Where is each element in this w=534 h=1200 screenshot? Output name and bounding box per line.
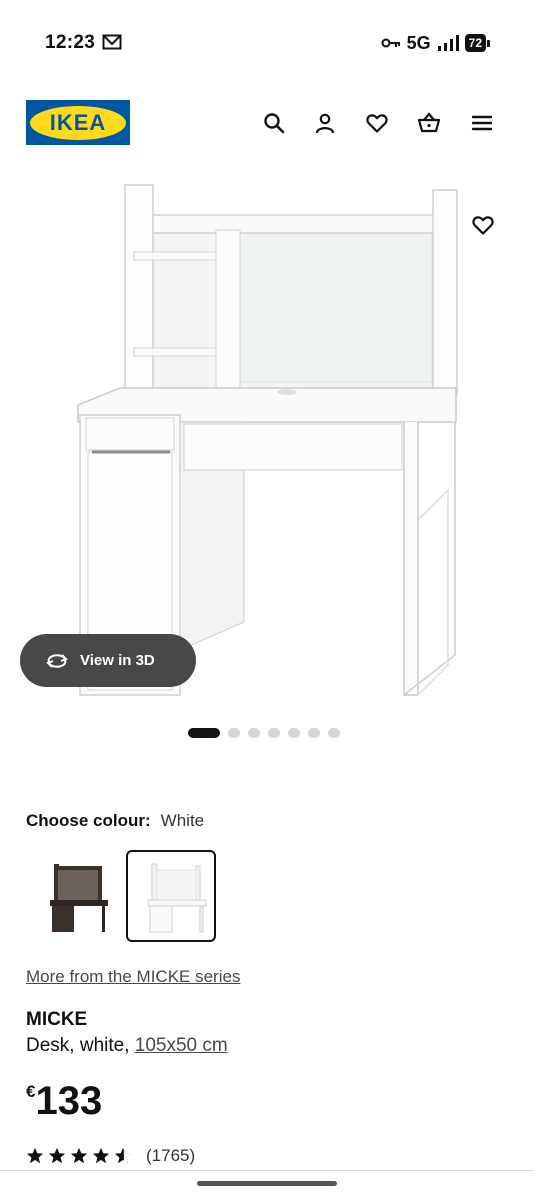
vpn-key-icon [381, 38, 400, 48]
basket-icon[interactable] [416, 110, 442, 136]
battery-icon: 72 [464, 34, 490, 52]
account-icon[interactable] [312, 110, 338, 136]
menu-icon[interactable] [469, 110, 495, 136]
image-carousel-indicator[interactable] [188, 728, 340, 738]
mail-icon [102, 34, 122, 50]
view-in-3d-button[interactable]: View in 3D [20, 634, 196, 687]
carousel-dot[interactable] [328, 728, 340, 738]
carousel-dot[interactable] [268, 728, 280, 738]
rotate-3d-icon [46, 653, 68, 668]
product-description-text: Desk, white, [26, 1035, 135, 1056]
desk-thumbnail-black-brown [50, 864, 108, 932]
add-to-favourites-button[interactable] [468, 210, 498, 240]
product-name: MICKE [26, 1009, 88, 1030]
view-in-3d-label: View in 3D [80, 652, 155, 669]
desk-thumbnail-white [147, 863, 207, 933]
colour-swatch-white[interactable] [126, 850, 216, 942]
battery-level: 72 [464, 34, 486, 52]
search-icon[interactable] [261, 110, 287, 136]
signal-icon [437, 35, 459, 51]
colour-swatch-black-brown[interactable] [28, 850, 118, 942]
series-link[interactable]: More from the MICKE series [26, 967, 240, 987]
star-icon [48, 1147, 66, 1164]
heart-icon [472, 216, 494, 235]
status-time: 12:23 [45, 32, 96, 53]
logo-text: IKEA [49, 109, 107, 135]
site-header: IKEA [0, 100, 534, 146]
price-currency: € [26, 1082, 36, 1101]
selected-colour: White [160, 811, 205, 830]
half-star-icon [114, 1147, 132, 1164]
product-price: € 133 [26, 1078, 102, 1124]
status-indicators: 5G 72 [381, 30, 490, 56]
divider [0, 1170, 534, 1171]
ikea-logo[interactable]: IKEA [26, 100, 130, 145]
network-type: 5G [406, 32, 431, 53]
product-size-link[interactable]: 105x50 cm [135, 1035, 228, 1056]
star-icon [70, 1147, 88, 1164]
carousel-dot[interactable] [308, 728, 320, 738]
star-icon [92, 1147, 110, 1164]
carousel-dot[interactable] [248, 728, 260, 738]
colour-label: Choose colour: [26, 811, 151, 830]
heart-icon[interactable] [364, 110, 390, 136]
price-value: 133 [35, 1079, 103, 1123]
review-count: (1765) [146, 1146, 196, 1165]
home-indicator[interactable] [197, 1181, 337, 1186]
carousel-dot[interactable] [228, 728, 240, 738]
status-bar: 12:23 5G 72 [0, 0, 534, 80]
star-icon [26, 1147, 44, 1164]
product-rating[interactable]: (1765) [26, 1146, 195, 1166]
colour-chooser: Choose colour: White [26, 811, 204, 831]
carousel-dot[interactable] [188, 728, 220, 738]
carousel-dot[interactable] [288, 728, 300, 738]
product-description: Desk, white, 105x50 cm [26, 1035, 228, 1057]
